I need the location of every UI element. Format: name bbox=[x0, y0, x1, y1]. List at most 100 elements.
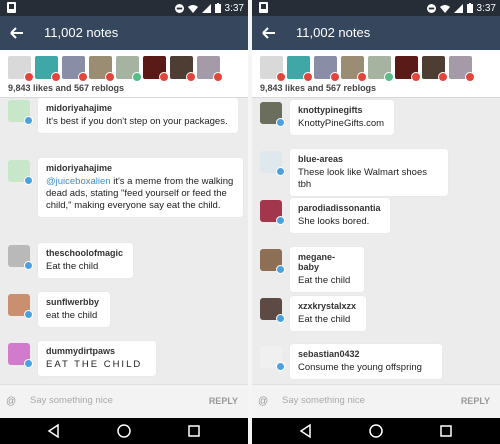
clock: 3:37 bbox=[476, 2, 496, 14]
dnd-icon bbox=[174, 3, 184, 13]
note-text: @juiceboxalien it's a meme from the walk… bbox=[46, 176, 234, 211]
circle-home-icon[interactable] bbox=[368, 423, 384, 439]
note-bubble: midoriyahajime It's best if you don't st… bbox=[38, 98, 238, 133]
username[interactable]: midoriyahajime bbox=[46, 103, 230, 113]
avatar[interactable] bbox=[8, 343, 33, 368]
right-pane: 3:37 11,002 notes 9,843 likes and 567 re… bbox=[252, 0, 500, 444]
split-screen: 3:37 11,002 notes 9,843 likes and 567 re… bbox=[0, 0, 500, 444]
note-bubble: parodiadissonantia She looks bored. bbox=[290, 198, 390, 233]
avatar[interactable] bbox=[341, 56, 367, 82]
battery-icon bbox=[466, 3, 473, 13]
likes-reblogs-count[interactable]: 9,843 likes and 567 reblogs bbox=[260, 83, 376, 93]
left-pane: 3:37 11,002 notes 9,843 likes and 567 re… bbox=[0, 0, 248, 444]
liker-avatars bbox=[8, 56, 223, 82]
system-nav-bar bbox=[252, 418, 500, 444]
notification-icon bbox=[7, 2, 16, 13]
avatar[interactable] bbox=[8, 56, 34, 82]
note-bubble: midoriyahajime @juiceboxalien it's a mem… bbox=[38, 158, 243, 217]
username[interactable]: theschoolofmagic bbox=[46, 248, 125, 258]
avatar[interactable] bbox=[8, 160, 33, 185]
reply-input[interactable] bbox=[282, 395, 442, 406]
avatar[interactable] bbox=[8, 294, 33, 319]
app-bar: 11,002 notes bbox=[0, 16, 248, 50]
avatar[interactable] bbox=[260, 200, 285, 225]
status-bar: 3:37 bbox=[0, 0, 248, 16]
note-text: It's best if you don't step on your pack… bbox=[46, 116, 228, 127]
username[interactable]: sebastian0432 bbox=[298, 349, 434, 359]
signal-icon bbox=[453, 3, 463, 13]
username[interactable]: parodiadissonantia bbox=[298, 203, 382, 213]
username[interactable]: sunflwerbby bbox=[46, 297, 102, 307]
circle-home-icon[interactable] bbox=[116, 423, 132, 439]
avatar[interactable] bbox=[197, 56, 223, 82]
avatar[interactable] bbox=[287, 56, 313, 82]
note-bubble: xzxkrystalxzx Eat the child bbox=[290, 296, 366, 331]
note-bubble: knottypinegifts KnottyPineGifts.com bbox=[290, 100, 394, 135]
note-text: EAT THE CHILD bbox=[46, 359, 143, 370]
wifi-icon bbox=[439, 4, 450, 13]
notification-icon bbox=[259, 2, 268, 13]
username[interactable]: megane-baby bbox=[298, 252, 356, 272]
note-text: She looks bored. bbox=[298, 216, 370, 227]
signal-icon bbox=[201, 3, 211, 13]
dnd-icon bbox=[426, 3, 436, 13]
avatar[interactable] bbox=[260, 249, 285, 274]
reply-bar: @ REPLY bbox=[252, 384, 500, 418]
avatar[interactable] bbox=[260, 151, 285, 176]
likes-strip: 9,843 likes and 567 reblogs bbox=[252, 50, 500, 98]
likes-reblogs-count[interactable]: 9,843 likes and 567 reblogs bbox=[8, 83, 124, 93]
square-recents-icon[interactable] bbox=[438, 423, 454, 439]
note-bubble: dummydirtpaws EAT THE CHILD bbox=[38, 341, 156, 376]
avatar[interactable] bbox=[170, 56, 196, 82]
avatar[interactable] bbox=[116, 56, 142, 82]
clock: 3:37 bbox=[224, 2, 244, 14]
wifi-icon bbox=[187, 4, 198, 13]
note-bubble: sebastian0432 Consume the young offsprin… bbox=[290, 344, 442, 379]
at-mention-button[interactable]: @ bbox=[258, 396, 268, 407]
avatar[interactable] bbox=[89, 56, 115, 82]
reply-input[interactable] bbox=[30, 395, 190, 406]
square-recents-icon[interactable] bbox=[186, 423, 202, 439]
likes-strip: 9,843 likes and 567 reblogs bbox=[0, 50, 248, 98]
avatar[interactable] bbox=[314, 56, 340, 82]
note-text: eat the child bbox=[46, 310, 98, 321]
note-text: KnottyPineGifts.com bbox=[298, 118, 385, 129]
username[interactable]: midoriyahajime bbox=[46, 163, 235, 173]
reply-button[interactable]: REPLY bbox=[461, 396, 490, 406]
avatar[interactable] bbox=[260, 102, 285, 127]
avatar[interactable] bbox=[422, 56, 448, 82]
avatar[interactable] bbox=[260, 346, 285, 371]
notes-list: midoriyahajime It's best if you don't st… bbox=[0, 98, 248, 384]
mention-link[interactable]: @juiceboxalien bbox=[46, 176, 111, 187]
note-text: Eat the child bbox=[46, 261, 99, 272]
note-text: Eat the child bbox=[298, 314, 351, 325]
avatar[interactable] bbox=[395, 56, 421, 82]
note-bubble: theschoolofmagic Eat the child bbox=[38, 243, 133, 278]
username[interactable]: knottypinegifts bbox=[298, 105, 386, 115]
avatar[interactable] bbox=[35, 56, 61, 82]
avatar[interactable] bbox=[449, 56, 475, 82]
avatar[interactable] bbox=[8, 245, 33, 270]
battery-icon bbox=[214, 3, 221, 13]
reply-bar: @ REPLY bbox=[0, 384, 248, 418]
triangle-back-icon[interactable] bbox=[298, 423, 314, 439]
arrow-back-icon[interactable] bbox=[6, 22, 28, 44]
at-mention-button[interactable]: @ bbox=[6, 396, 16, 407]
username[interactable]: dummydirtpaws bbox=[46, 346, 148, 356]
app-bar: 11,002 notes bbox=[252, 16, 500, 50]
avatar[interactable] bbox=[260, 56, 286, 82]
triangle-back-icon[interactable] bbox=[46, 423, 62, 439]
username[interactable]: blue-areas bbox=[298, 154, 440, 164]
reply-button[interactable]: REPLY bbox=[209, 396, 238, 406]
note-text: Consume the young offspring bbox=[298, 362, 422, 373]
avatar[interactable] bbox=[8, 100, 33, 125]
avatar[interactable] bbox=[62, 56, 88, 82]
liker-avatars bbox=[260, 56, 475, 82]
arrow-back-icon[interactable] bbox=[258, 22, 280, 44]
avatar[interactable] bbox=[368, 56, 394, 82]
username[interactable]: xzxkrystalxzx bbox=[298, 301, 358, 311]
notes-count-title: 11,002 notes bbox=[296, 25, 371, 40]
avatar[interactable] bbox=[143, 56, 169, 82]
system-nav-bar bbox=[0, 418, 248, 444]
avatar[interactable] bbox=[260, 298, 285, 323]
